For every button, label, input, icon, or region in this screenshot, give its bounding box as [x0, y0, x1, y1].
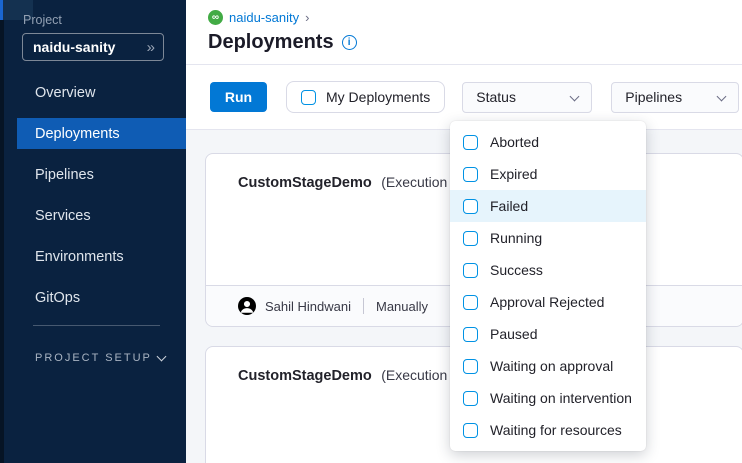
chevron-down-icon — [717, 91, 727, 101]
pipelines-filter-select[interactable]: Pipelines — [611, 82, 739, 113]
project-setup-toggle[interactable]: PROJECT SETUP — [35, 348, 165, 368]
chevron-down-icon — [570, 91, 580, 101]
status-option[interactable]: Waiting for resources — [450, 414, 646, 446]
status-option-label: Paused — [490, 326, 537, 342]
status-option[interactable]: Approval Rejected — [450, 286, 646, 318]
triggered-by: Sahil Hindwani — [265, 299, 351, 314]
sidebar-nav-item[interactable]: Environments — [0, 236, 186, 277]
status-filter-label: Status — [476, 89, 516, 105]
status-dropdown-menu: Aborted Expired Failed Running Success A… — [450, 121, 646, 451]
sidebar-nav-item[interactable]: Deployments — [0, 113, 186, 154]
sidebar-nav-item-label: Pipelines — [35, 167, 94, 183]
title-row: Deployments i — [208, 31, 742, 54]
meta-separator — [363, 298, 364, 314]
trigger-type: Manually — [376, 299, 428, 314]
status-filter-select[interactable]: Status — [462, 82, 592, 113]
breadcrumb: ∞ naidu-sanity › — [208, 9, 742, 26]
sidebar-nav-item[interactable]: Services — [0, 195, 186, 236]
status-option[interactable]: Expired — [450, 158, 646, 190]
sidebar-divider — [33, 325, 160, 326]
sidebar-nav-item[interactable]: GitOps — [0, 277, 186, 318]
pipeline-name[interactable]: CustomStageDemo — [238, 175, 372, 191]
sidebar-nav-item-label: Deployments — [35, 126, 120, 142]
status-option[interactable]: Waiting on intervention — [450, 382, 646, 414]
status-option-checkbox[interactable] — [463, 167, 478, 182]
chevron-down-icon — [157, 352, 167, 362]
status-option-label: Expired — [490, 166, 537, 182]
status-option-checkbox[interactable] — [463, 327, 478, 342]
sidebar-nav-item-label: Overview — [35, 85, 95, 101]
project-setup-label: PROJECT SETUP — [35, 352, 152, 364]
cd-module-icon: ∞ — [208, 10, 223, 25]
status-option-checkbox[interactable] — [463, 231, 478, 246]
pipeline-name[interactable]: CustomStageDemo — [238, 368, 372, 384]
status-option[interactable]: Running — [450, 222, 646, 254]
my-deployments-checkbox[interactable] — [301, 90, 316, 105]
project-sidebar: Project naidu-sanity » Overview Deployme… — [0, 0, 186, 463]
status-option-checkbox[interactable] — [463, 423, 478, 438]
run-button[interactable]: Run — [210, 82, 267, 112]
status-option-checkbox[interactable] — [463, 263, 478, 278]
status-option[interactable]: Waiting on approval — [450, 350, 646, 382]
status-option-label: Waiting for resources — [490, 422, 622, 438]
status-option[interactable]: Paused — [450, 318, 646, 350]
sidebar-nav-item[interactable]: Overview — [0, 72, 186, 113]
status-option-label: Aborted — [490, 134, 539, 150]
status-option-label: Success — [490, 262, 543, 278]
project-selector-value: naidu-sanity — [33, 39, 115, 55]
breadcrumb-project-link[interactable]: naidu-sanity — [229, 10, 299, 25]
status-option-checkbox[interactable] — [463, 391, 478, 406]
sidebar-nav-item-label: Services — [35, 208, 91, 224]
status-option-label: Failed — [490, 198, 528, 214]
breadcrumb-separator-icon: › — [305, 10, 309, 25]
status-option[interactable]: Success — [450, 254, 646, 286]
status-option-checkbox[interactable] — [463, 199, 478, 214]
status-option-label: Running — [490, 230, 542, 246]
page-header: ∞ naidu-sanity › Deployments i — [186, 0, 742, 65]
status-option-checkbox[interactable] — [463, 295, 478, 310]
my-deployments-label: My Deployments — [326, 89, 430, 105]
project-selector[interactable]: naidu-sanity » — [22, 33, 164, 61]
status-option[interactable]: Aborted — [450, 126, 646, 158]
sidebar-nav-item-label: Environments — [35, 249, 124, 265]
status-option-label: Waiting on intervention — [490, 390, 632, 406]
status-option-checkbox[interactable] — [463, 359, 478, 374]
my-deployments-filter[interactable]: My Deployments — [286, 81, 445, 113]
info-icon[interactable]: i — [342, 35, 357, 50]
project-label: Project — [23, 13, 62, 27]
sidebar-nav: Overview Deployments Pipelines Services … — [0, 72, 186, 318]
sidebar-nav-item[interactable]: Pipelines — [0, 154, 186, 195]
sidebar-nav-item-label: GitOps — [35, 290, 80, 306]
status-option-label: Waiting on approval — [490, 358, 613, 374]
pipelines-filter-label: Pipelines — [625, 89, 682, 105]
status-option[interactable]: Failed — [450, 190, 646, 222]
page-title: Deployments — [208, 31, 334, 54]
expand-projects-icon[interactable]: » — [147, 40, 155, 55]
status-option-checkbox[interactable] — [463, 135, 478, 150]
user-avatar-icon — [238, 297, 256, 315]
status-option-label: Approval Rejected — [490, 294, 604, 310]
